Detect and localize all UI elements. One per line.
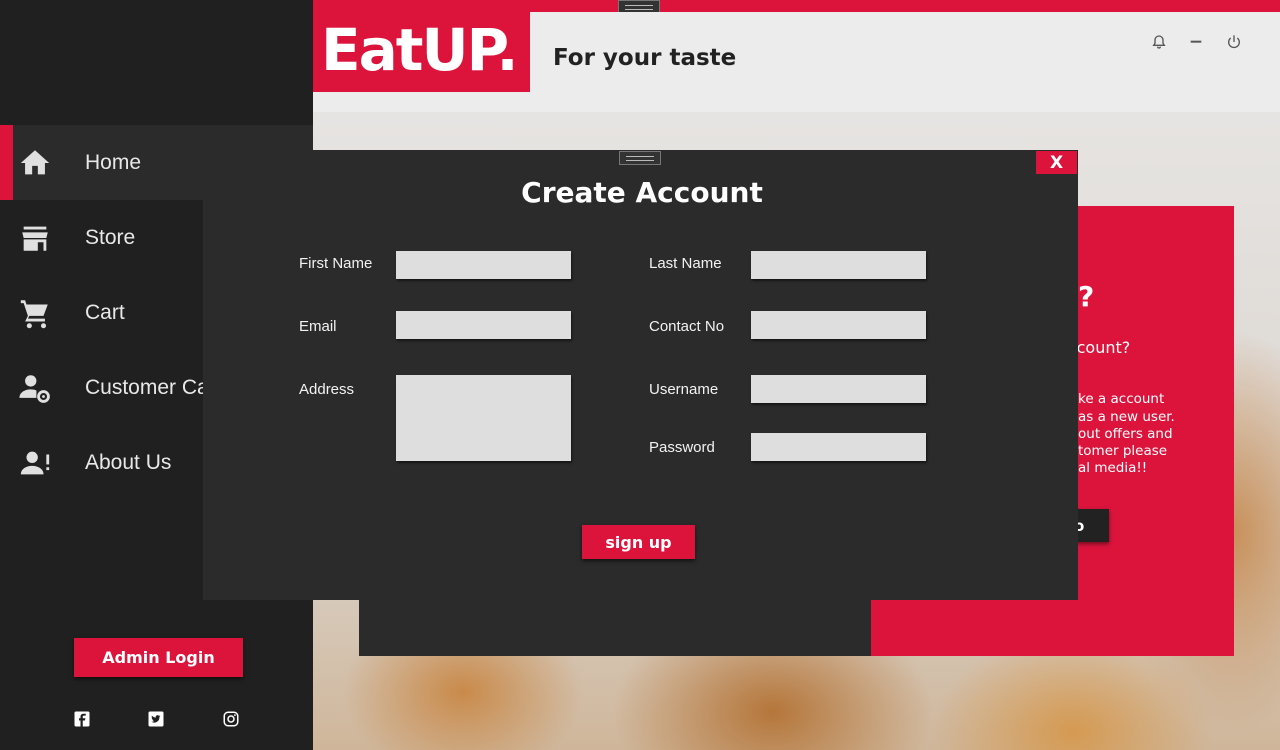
sidebar-item-label: About Us [85,450,172,474]
top-accent-strip [313,0,1280,12]
instagram-icon[interactable] [222,710,240,728]
logo-text: EatUP. [321,16,518,84]
dialog-title: Create Account [521,176,763,209]
background-card-text-line: al media!! [1078,460,1148,476]
customer-settings-icon [19,374,50,403]
address-field[interactable] [396,375,571,461]
password-label: Password [649,439,715,456]
background-card-text-line: tomer please [1078,443,1168,459]
user-info-icon [20,451,50,474]
password-field[interactable] [751,433,926,461]
facebook-icon[interactable] [73,710,91,728]
header: EatUP. For your taste [313,12,1280,112]
store-icon [22,226,48,251]
sidebar-item-label: Cart [85,300,125,324]
email-label: Email [299,318,337,335]
contact-no-field[interactable] [751,311,926,339]
power-icon[interactable] [1226,34,1242,50]
minimize-icon[interactable] [1188,34,1204,50]
sidebar-item-label: Home [85,150,142,174]
first-name-label: First Name [299,255,373,272]
tagline: For your taste [553,45,737,71]
sign-up-button[interactable]: sign up [582,525,695,559]
username-label: Username [649,381,719,398]
address-label: Address [299,381,355,398]
background-card-text-line: out offers and [1078,426,1173,442]
dialog-drag-handle[interactable] [619,151,661,165]
twitter-icon[interactable] [147,710,165,728]
sidebar-item-label: Customer Ca [85,375,209,399]
first-name-field[interactable] [396,251,571,279]
home-icon [20,149,50,174]
background-card-text-line: ke a account [1078,391,1165,407]
admin-login-button[interactable]: Admin Login [74,638,243,677]
email-field[interactable] [396,311,571,339]
contact-no-label: Contact No [649,318,725,335]
sidebar-item-label: Store [85,225,136,249]
background-card-text-line: as a new user. [1078,409,1175,425]
last-name-field[interactable] [751,251,926,279]
bell-icon[interactable] [1151,34,1167,50]
logo: EatUP. [313,12,530,92]
close-button[interactable]: X [1036,151,1077,174]
username-field[interactable] [751,375,926,403]
last-name-label: Last Name [649,255,722,272]
cart-icon [20,299,48,328]
